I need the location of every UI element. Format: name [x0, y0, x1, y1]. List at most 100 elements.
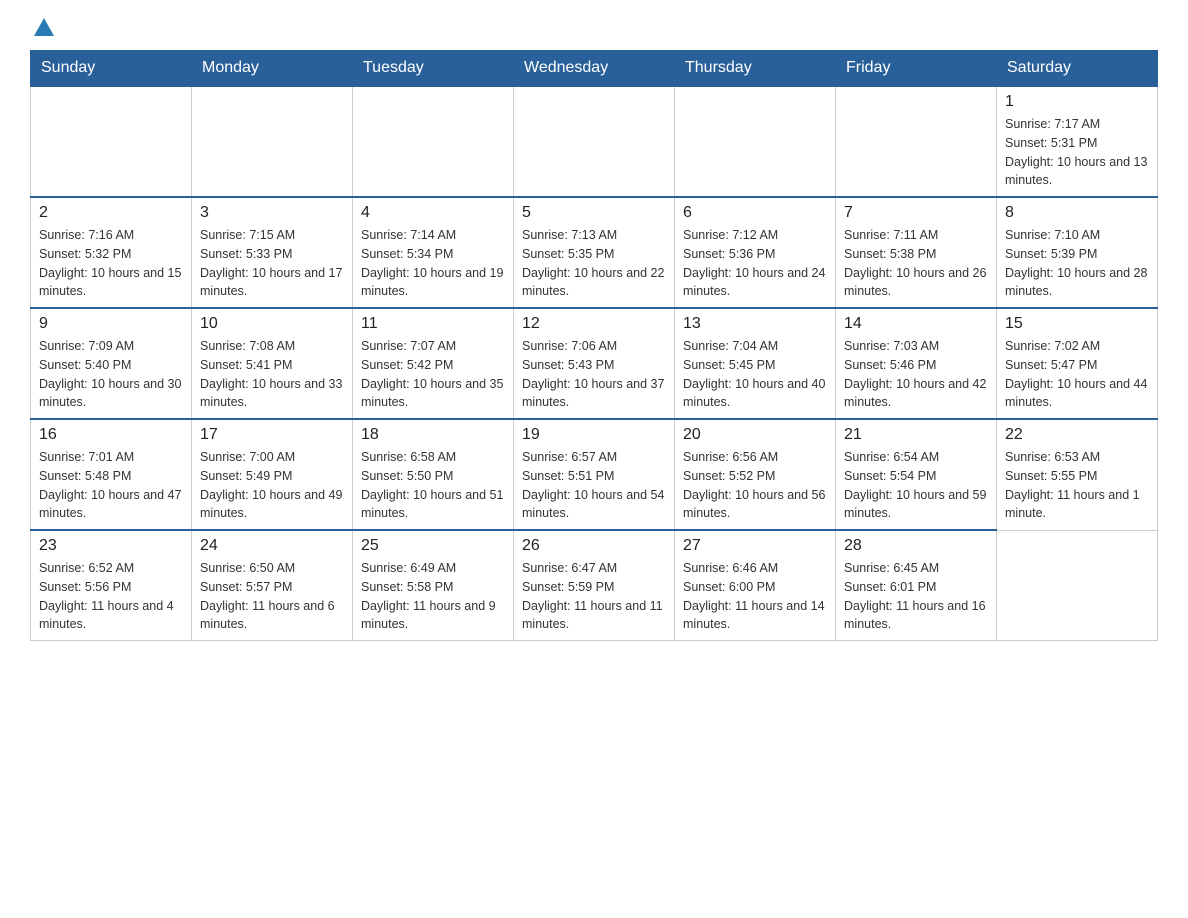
calendar-cell: 10 Sunrise: 7:08 AMSunset: 5:41 PMDayligh…: [192, 308, 353, 419]
calendar-cell: [192, 86, 353, 197]
calendar-cell: 5 Sunrise: 7:13 AMSunset: 5:35 PMDaylight…: [514, 197, 675, 308]
calendar-table: SundayMondayTuesdayWednesdayThursdayFrid…: [30, 50, 1158, 641]
day-info: Sunrise: 7:01 AMSunset: 5:48 PMDaylight:…: [39, 448, 183, 523]
day-of-week-tuesday: Tuesday: [353, 51, 514, 87]
calendar-cell: 13 Sunrise: 7:04 AMSunset: 5:45 PMDayligh…: [675, 308, 836, 419]
calendar-week-row: 2 Sunrise: 7:16 AMSunset: 5:32 PMDaylight…: [31, 197, 1158, 308]
day-info: Sunrise: 6:57 AMSunset: 5:51 PMDaylight:…: [522, 448, 666, 523]
calendar-cell: 25 Sunrise: 6:49 AMSunset: 5:58 PMDayligh…: [353, 530, 514, 641]
day-info: Sunrise: 6:49 AMSunset: 5:58 PMDaylight:…: [361, 559, 505, 634]
calendar-cell: 14 Sunrise: 7:03 AMSunset: 5:46 PMDayligh…: [836, 308, 997, 419]
calendar-cell: [836, 86, 997, 197]
calendar-cell: 19 Sunrise: 6:57 AMSunset: 5:51 PMDayligh…: [514, 419, 675, 530]
day-of-week-friday: Friday: [836, 51, 997, 87]
day-info: Sunrise: 6:53 AMSunset: 5:55 PMDaylight:…: [1005, 448, 1149, 523]
day-info: Sunrise: 7:03 AMSunset: 5:46 PMDaylight:…: [844, 337, 988, 412]
day-info: Sunrise: 7:11 AMSunset: 5:38 PMDaylight:…: [844, 226, 988, 301]
day-number: 13: [683, 315, 827, 333]
day-info: Sunrise: 7:16 AMSunset: 5:32 PMDaylight:…: [39, 226, 183, 301]
calendar-header-row: SundayMondayTuesdayWednesdayThursdayFrid…: [31, 51, 1158, 87]
calendar-cell: 6 Sunrise: 7:12 AMSunset: 5:36 PMDaylight…: [675, 197, 836, 308]
day-info: Sunrise: 6:46 AMSunset: 6:00 PMDaylight:…: [683, 559, 827, 634]
calendar-cell: 11Sunrise: 7:07 AMSunset: 5:42 PMDayligh…: [353, 308, 514, 419]
day-of-week-sunday: Sunday: [31, 51, 192, 87]
calendar-cell: [31, 86, 192, 197]
calendar-cell: 4 Sunrise: 7:14 AMSunset: 5:34 PMDaylight…: [353, 197, 514, 308]
day-info: Sunrise: 7:17 AMSunset: 5:31 PMDaylight:…: [1005, 115, 1149, 190]
calendar-cell: 27 Sunrise: 6:46 AMSunset: 6:00 PMDayligh…: [675, 530, 836, 641]
day-number: 17: [200, 426, 344, 444]
calendar-cell: 23 Sunrise: 6:52 AMSunset: 5:56 PMDayligh…: [31, 530, 192, 641]
day-of-week-monday: Monday: [192, 51, 353, 87]
day-number: 4: [361, 204, 505, 222]
day-info: Sunrise: 7:09 AMSunset: 5:40 PMDaylight:…: [39, 337, 183, 412]
calendar-cell: 17 Sunrise: 7:00 AMSunset: 5:49 PMDayligh…: [192, 419, 353, 530]
day-number: 24: [200, 537, 344, 555]
calendar-cell: 8 Sunrise: 7:10 AMSunset: 5:39 PMDaylight…: [997, 197, 1158, 308]
calendar-cell: 24Sunrise: 6:50 AMSunset: 5:57 PMDayligh…: [192, 530, 353, 641]
page-header: [30, 20, 1158, 34]
logo-general-text: [30, 20, 54, 38]
calendar-week-row: 23 Sunrise: 6:52 AMSunset: 5:56 PMDayligh…: [31, 530, 1158, 641]
day-number: 25: [361, 537, 505, 555]
day-number: 9: [39, 315, 183, 333]
calendar-cell: 16 Sunrise: 7:01 AMSunset: 5:48 PMDayligh…: [31, 419, 192, 530]
day-number: 12: [522, 315, 666, 333]
day-info: Sunrise: 7:13 AMSunset: 5:35 PMDaylight:…: [522, 226, 666, 301]
day-number: 19: [522, 426, 666, 444]
day-info: Sunrise: 7:12 AMSunset: 5:36 PMDaylight:…: [683, 226, 827, 301]
day-number: 8: [1005, 204, 1149, 222]
calendar-cell: 22 Sunrise: 6:53 AMSunset: 5:55 PMDayligh…: [997, 419, 1158, 530]
day-number: 16: [39, 426, 183, 444]
calendar-cell: 15 Sunrise: 7:02 AMSunset: 5:47 PMDayligh…: [997, 308, 1158, 419]
calendar-cell: 7 Sunrise: 7:11 AMSunset: 5:38 PMDaylight…: [836, 197, 997, 308]
day-info: Sunrise: 6:52 AMSunset: 5:56 PMDaylight:…: [39, 559, 183, 634]
day-info: Sunrise: 7:04 AMSunset: 5:45 PMDaylight:…: [683, 337, 827, 412]
day-info: Sunrise: 7:02 AMSunset: 5:47 PMDaylight:…: [1005, 337, 1149, 412]
day-of-week-wednesday: Wednesday: [514, 51, 675, 87]
calendar-cell: 18Sunrise: 6:58 AMSunset: 5:50 PMDayligh…: [353, 419, 514, 530]
calendar-cell: 28 Sunrise: 6:45 AMSunset: 6:01 PMDayligh…: [836, 530, 997, 641]
calendar-week-row: 9 Sunrise: 7:09 AMSunset: 5:40 PMDaylight…: [31, 308, 1158, 419]
day-info: Sunrise: 6:56 AMSunset: 5:52 PMDaylight:…: [683, 448, 827, 523]
day-info: Sunrise: 7:00 AMSunset: 5:49 PMDaylight:…: [200, 448, 344, 523]
day-number: 3: [200, 204, 344, 222]
day-number: 6: [683, 204, 827, 222]
calendar-cell: [997, 530, 1158, 641]
calendar-cell: [353, 86, 514, 197]
calendar-cell: [514, 86, 675, 197]
calendar-cell: 3 Sunrise: 7:15 AMSunset: 5:33 PMDaylight…: [192, 197, 353, 308]
calendar-cell: 21 Sunrise: 6:54 AMSunset: 5:54 PMDayligh…: [836, 419, 997, 530]
day-number: 10: [200, 315, 344, 333]
day-info: Sunrise: 7:06 AMSunset: 5:43 PMDaylight:…: [522, 337, 666, 412]
day-number: 7: [844, 204, 988, 222]
day-of-week-saturday: Saturday: [997, 51, 1158, 87]
day-number: 23: [39, 537, 183, 555]
calendar-week-row: 1 Sunrise: 7:17 AMSunset: 5:31 PMDaylight…: [31, 86, 1158, 197]
day-number: 5: [522, 204, 666, 222]
calendar-cell: 26Sunrise: 6:47 AMSunset: 5:59 PMDayligh…: [514, 530, 675, 641]
day-number: 14: [844, 315, 988, 333]
day-number: 22: [1005, 426, 1149, 444]
day-number: 20: [683, 426, 827, 444]
day-number: 2: [39, 204, 183, 222]
day-info: Sunrise: 6:47 AMSunset: 5:59 PMDaylight:…: [522, 559, 666, 634]
day-info: Sunrise: 6:54 AMSunset: 5:54 PMDaylight:…: [844, 448, 988, 523]
calendar-cell: 2 Sunrise: 7:16 AMSunset: 5:32 PMDaylight…: [31, 197, 192, 308]
day-number: 15: [1005, 315, 1149, 333]
day-info: Sunrise: 7:15 AMSunset: 5:33 PMDaylight:…: [200, 226, 344, 301]
logo: [30, 20, 54, 34]
calendar-cell: 1 Sunrise: 7:17 AMSunset: 5:31 PMDaylight…: [997, 86, 1158, 197]
day-number: 21: [844, 426, 988, 444]
day-info: Sunrise: 7:08 AMSunset: 5:41 PMDaylight:…: [200, 337, 344, 412]
day-info: Sunrise: 7:10 AMSunset: 5:39 PMDaylight:…: [1005, 226, 1149, 301]
day-info: Sunrise: 6:45 AMSunset: 6:01 PMDaylight:…: [844, 559, 988, 634]
day-info: Sunrise: 7:07 AMSunset: 5:42 PMDaylight:…: [361, 337, 505, 412]
calendar-cell: 12 Sunrise: 7:06 AMSunset: 5:43 PMDayligh…: [514, 308, 675, 419]
calendar-cell: [675, 86, 836, 197]
day-info: Sunrise: 7:14 AMSunset: 5:34 PMDaylight:…: [361, 226, 505, 301]
day-number: 28: [844, 537, 988, 555]
day-number: 27: [683, 537, 827, 555]
day-number: 18: [361, 426, 505, 444]
day-number: 1: [1005, 93, 1149, 111]
